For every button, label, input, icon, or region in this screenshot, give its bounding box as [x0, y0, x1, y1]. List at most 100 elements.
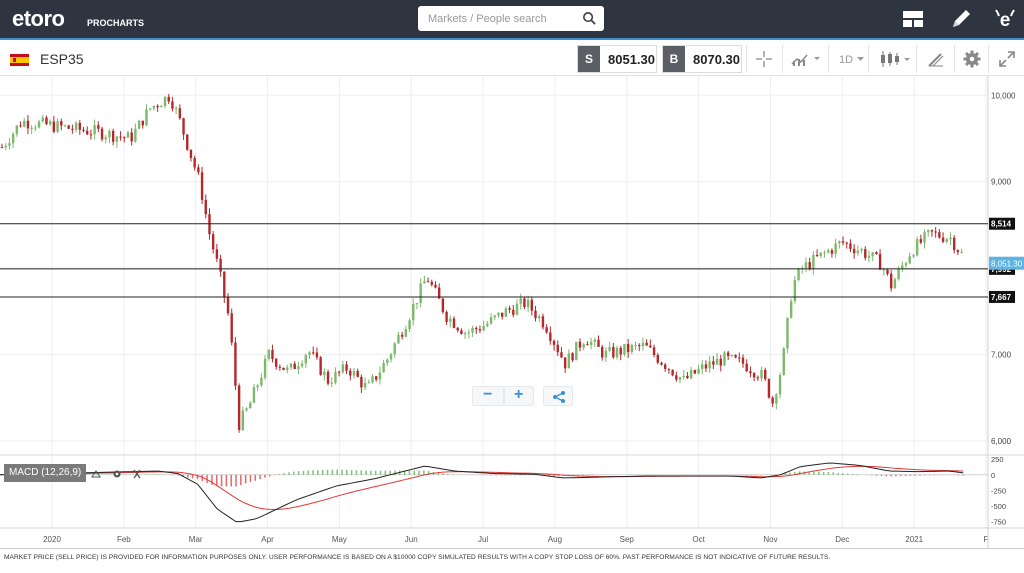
- zoom-in-button[interactable]: +: [504, 386, 534, 406]
- fullscreen-button[interactable]: [988, 45, 1024, 73]
- candle-body: [60, 121, 63, 126]
- candle-body: [823, 252, 826, 254]
- candle-body: [219, 258, 222, 272]
- candle-body: [563, 357, 567, 369]
- candle-body: [867, 256, 871, 258]
- etoro-logo[interactable]: etoro: [12, 6, 65, 32]
- candle-body: [271, 350, 274, 359]
- candle-body: [793, 280, 797, 302]
- candle-body: [408, 320, 411, 330]
- chart-toolbar: ESP35 S 8051.30 B 8070.30 1D: [0, 42, 1024, 76]
- candle-body: [941, 237, 945, 242]
- candle-body: [71, 128, 74, 130]
- candles-icon: [881, 51, 910, 67]
- candle-body: [375, 376, 378, 380]
- etoro-e-icon[interactable]: e: [992, 6, 1018, 32]
- candle-body: [671, 369, 674, 376]
- x-tick-label: Apr: [261, 535, 274, 544]
- candle-body: [582, 344, 585, 348]
- candle-body: [512, 309, 515, 315]
- candle-body: [656, 355, 659, 363]
- candle-body: [108, 130, 111, 138]
- candle-body: [886, 269, 889, 274]
- candle-body: [152, 105, 156, 109]
- candle-body: [675, 375, 678, 380]
- macd-controls: [91, 469, 141, 479]
- procharts-label: PROCHARTS: [87, 18, 145, 28]
- chart-canvas[interactable]: 2020 Feb Mar Apr May Jun Jul Aug Sep Oct Nov Dec 202…: [0, 76, 1024, 573]
- crosshair-button[interactable]: [746, 45, 782, 73]
- search-input[interactable]: [418, 6, 578, 31]
- candle-body: [534, 310, 537, 319]
- candle-body: [204, 199, 207, 215]
- macd-close-icon[interactable]: [133, 469, 141, 479]
- draw-tools-button[interactable]: [916, 45, 954, 73]
- candle-body: [367, 382, 370, 384]
- candle-body: [471, 327, 474, 333]
- zoom-out-button[interactable]: −: [472, 386, 504, 406]
- chart-type-button[interactable]: [782, 45, 828, 73]
- buy-price: 8070.30: [693, 52, 740, 67]
- candle-body: [808, 262, 811, 269]
- candle-body: [434, 284, 437, 288]
- crosshair-icon: [756, 51, 772, 67]
- candle-body: [441, 298, 445, 312]
- move-up-icon[interactable]: [91, 470, 101, 478]
- candle-body: [638, 345, 641, 347]
- search-icon[interactable]: [582, 11, 597, 26]
- macd-label[interactable]: MACD (12,26,9): [4, 464, 87, 482]
- price-chart[interactable]: 2020 Feb Mar Apr May Jun Jul Aug Sep Oct Nov Dec 202…: [0, 76, 1024, 573]
- x-tick-label: Jun: [405, 535, 418, 544]
- candle-body: [827, 250, 830, 253]
- candle-body: [341, 364, 345, 373]
- pencil-icon[interactable]: [948, 6, 974, 32]
- candle-body: [604, 350, 608, 358]
- candle-body: [193, 157, 196, 168]
- candle-body: [589, 341, 593, 346]
- search-box[interactable]: [418, 6, 604, 31]
- candle-body: [626, 344, 630, 353]
- candle-body: [8, 143, 11, 146]
- candle-body: [211, 234, 215, 250]
- candle-body: [160, 105, 163, 108]
- layout-icon[interactable]: [900, 6, 926, 32]
- candle-body: [875, 252, 878, 255]
- candles-button[interactable]: [868, 45, 916, 73]
- candle-body: [745, 363, 748, 372]
- buy-price-box[interactable]: B 8070.30: [662, 45, 742, 73]
- candle-body: [19, 125, 22, 127]
- candle-body: [645, 342, 648, 346]
- settings-button[interactable]: [954, 45, 988, 73]
- candle-body: [115, 136, 119, 142]
- candle-body: [515, 303, 519, 315]
- candle-body: [526, 299, 530, 308]
- candle-body: [260, 377, 263, 386]
- candle-body: [578, 341, 582, 348]
- candle-body: [960, 251, 963, 253]
- candle-body: [319, 357, 322, 375]
- candle-body: [567, 353, 571, 369]
- candle-body: [678, 377, 682, 380]
- candle-body: [630, 345, 634, 353]
- sell-price-box[interactable]: S 8051.30: [577, 45, 657, 73]
- candle-body: [734, 355, 737, 358]
- candle-body: [686, 375, 689, 379]
- candle-body: [915, 239, 919, 256]
- candle-body: [178, 108, 182, 119]
- candle-body: [363, 382, 367, 388]
- candle-body: [834, 243, 837, 254]
- zoom-out-label: −: [483, 386, 493, 403]
- candle-body: [845, 242, 848, 244]
- timeframe-button[interactable]: 1D: [828, 45, 868, 73]
- candle-body: [371, 376, 374, 383]
- candle-body: [37, 121, 41, 128]
- candle-body: [789, 301, 793, 318]
- candle-body: [67, 125, 70, 129]
- candle-body: [908, 256, 911, 264]
- candle-body: [497, 312, 500, 316]
- candle-body: [549, 332, 552, 341]
- candle-body: [949, 237, 952, 240]
- candle-body: [830, 250, 834, 254]
- candle-body: [764, 369, 767, 380]
- share-button[interactable]: [543, 386, 573, 406]
